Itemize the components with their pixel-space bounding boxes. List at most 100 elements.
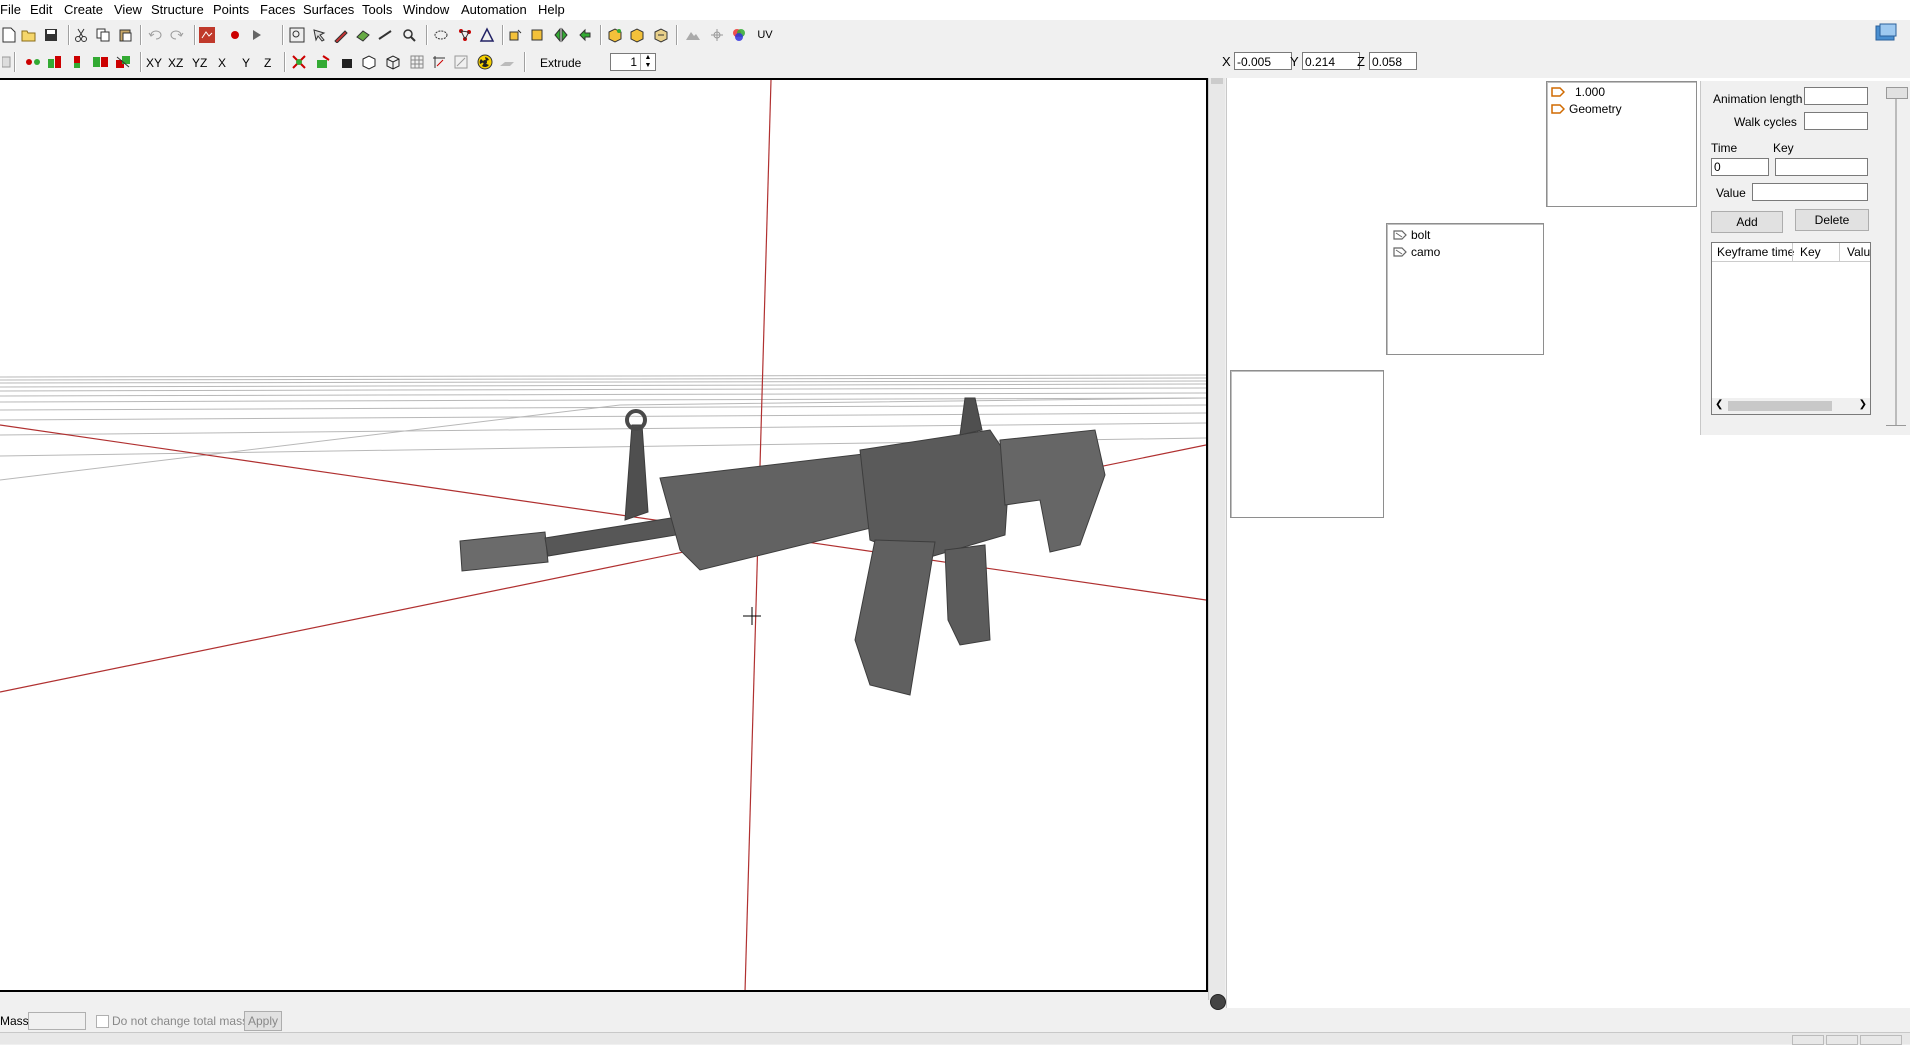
properties-list[interactable] <box>1230 370 1384 518</box>
menu-file[interactable]: File <box>0 2 21 17</box>
open-file-icon[interactable] <box>20 26 38 44</box>
lod-item[interactable]: Geometry <box>1551 102 1622 116</box>
menu-automation[interactable]: Automation <box>461 2 527 17</box>
view-yz-button[interactable]: YZ <box>192 56 207 70</box>
selection-list[interactable]: bolt camo <box>1386 223 1544 355</box>
box-extrude-icon[interactable] <box>628 26 646 44</box>
apply-button[interactable]: Apply <box>244 1011 282 1031</box>
menu-surfaces[interactable]: Surfaces <box>303 2 354 17</box>
view-z-button[interactable]: Z <box>264 56 271 70</box>
lasso-tool-icon[interactable] <box>310 26 328 44</box>
delete-keyframe-button[interactable]: Delete <box>1795 209 1869 231</box>
edges-mode-icon[interactable] <box>478 26 496 44</box>
edge-tool-icon[interactable] <box>376 26 394 44</box>
record-macro-icon[interactable] <box>198 26 216 44</box>
menu-structure[interactable]: Structure <box>151 2 204 17</box>
col-key[interactable]: Key <box>1800 245 1821 259</box>
menu-view[interactable]: View <box>114 2 142 17</box>
horizontal-scrollbar[interactable]: ❮ ❯ <box>1712 398 1870 414</box>
walk-cycles-input[interactable] <box>1804 112 1868 130</box>
hide-points-icon[interactable] <box>290 53 308 71</box>
viewport-resize-handle[interactable] <box>1210 994 1226 1010</box>
coord-y-field[interactable]: 0.214 <box>1302 52 1360 70</box>
points-toggle-icon[interactable] <box>24 53 42 71</box>
surface-icon[interactable] <box>498 53 516 71</box>
copy-icon[interactable] <box>94 26 112 44</box>
lod-item[interactable]: 1.000 <box>1551 85 1605 99</box>
stepper-arrows[interactable]: ▲ ▼ <box>640 54 655 70</box>
view-y-button[interactable]: Y <box>242 56 250 70</box>
points-mode-icon[interactable] <box>456 26 474 44</box>
animation-slider[interactable] <box>1884 87 1908 426</box>
rotate-tool-icon[interactable] <box>576 26 594 44</box>
viewport-scrollbar[interactable] <box>1208 78 1225 1000</box>
menu-points[interactable]: Points <box>213 2 249 17</box>
scene-render[interactable] <box>0 80 1206 992</box>
key-input[interactable] <box>1775 158 1868 176</box>
keep-mass-checkbox[interactable] <box>96 1015 109 1028</box>
col-value[interactable]: Valu <box>1847 245 1870 259</box>
mass-input[interactable] <box>28 1012 86 1030</box>
face-select-icon[interactable] <box>354 26 372 44</box>
new-file-icon[interactable] <box>0 26 18 44</box>
undo-icon[interactable] <box>146 26 164 44</box>
selection-item[interactable]: camo <box>1393 245 1440 259</box>
snap-icon[interactable] <box>430 53 448 71</box>
time-input[interactable]: 0 <box>1711 158 1769 176</box>
texture-view-icon[interactable] <box>314 53 332 71</box>
grid-icon[interactable] <box>408 53 426 71</box>
scroll-right-icon[interactable]: ❯ <box>1859 399 1867 410</box>
coord-z-field[interactable]: 0.058 <box>1369 52 1417 70</box>
save-icon[interactable] <box>42 26 60 44</box>
box-create-icon[interactable] <box>606 26 624 44</box>
value-input[interactable] <box>1752 183 1868 201</box>
selection-item[interactable]: bolt <box>1393 228 1430 242</box>
menu-tools[interactable]: Tools <box>362 2 392 17</box>
normals-toggle-icon[interactable] <box>68 53 86 71</box>
viewport-3d[interactable] <box>0 78 1208 992</box>
view-x-button[interactable]: X <box>218 56 226 70</box>
radiation-icon[interactable] <box>476 53 494 71</box>
menu-create[interactable]: Create <box>64 2 103 17</box>
slider-thumb[interactable] <box>1886 87 1908 99</box>
view-xz-button[interactable]: XZ <box>168 56 183 70</box>
box-view-icon[interactable] <box>360 53 378 71</box>
lasso-select-icon[interactable] <box>432 26 450 44</box>
cut-icon[interactable] <box>72 26 90 44</box>
scale-tool-icon[interactable] <box>528 26 546 44</box>
select-tool-icon[interactable] <box>288 26 306 44</box>
paste-icon[interactable] <box>116 26 134 44</box>
menu-edit[interactable]: Edit <box>30 2 52 17</box>
extrude-value[interactable]: 1 <box>630 55 637 69</box>
view-xy-button[interactable]: XY <box>146 56 162 70</box>
scroll-left-icon[interactable]: ❮ <box>1715 399 1723 410</box>
coord-x-field[interactable]: -0.005 <box>1234 52 1292 70</box>
proxy-tool-icon[interactable] <box>708 26 726 44</box>
redo-icon[interactable] <box>168 26 186 44</box>
uv-editor-button[interactable]: UV <box>754 26 776 44</box>
paint-select-icon[interactable] <box>332 26 350 44</box>
col-keyframe-time[interactable]: Keyframe time <box>1717 245 1794 259</box>
extrude-stepper[interactable]: 1 ▲ ▼ <box>610 53 656 71</box>
record-icon[interactable] <box>226 26 244 44</box>
hide-toggle-icon[interactable] <box>92 53 110 71</box>
play-icon[interactable] <box>248 26 266 44</box>
measure-icon[interactable] <box>452 53 470 71</box>
terrain-icon[interactable] <box>684 26 702 44</box>
wire-view-icon[interactable] <box>384 53 402 71</box>
color-wheel-icon[interactable] <box>730 26 748 44</box>
menu-help[interactable]: Help <box>538 2 565 17</box>
solid-view-icon[interactable] <box>338 53 356 71</box>
menu-window[interactable]: Window <box>403 2 449 17</box>
menu-faces[interactable]: Faces <box>260 2 295 17</box>
animation-length-input[interactable] <box>1804 87 1868 105</box>
lod-list[interactable]: 1.000 Geometry <box>1546 81 1697 207</box>
add-keyframe-button[interactable]: Add <box>1711 211 1783 233</box>
zoom-icon[interactable] <box>400 26 418 44</box>
box-cut-icon[interactable] <box>652 26 670 44</box>
keyframe-table[interactable]: Keyframe time Key Valu ❮ ❯ <box>1711 242 1871 415</box>
mirror-tool-icon[interactable] <box>552 26 570 44</box>
faces-toggle-icon[interactable] <box>46 53 64 71</box>
lock-toggle-icon[interactable] <box>114 53 132 71</box>
move-tool-icon[interactable] <box>506 26 524 44</box>
